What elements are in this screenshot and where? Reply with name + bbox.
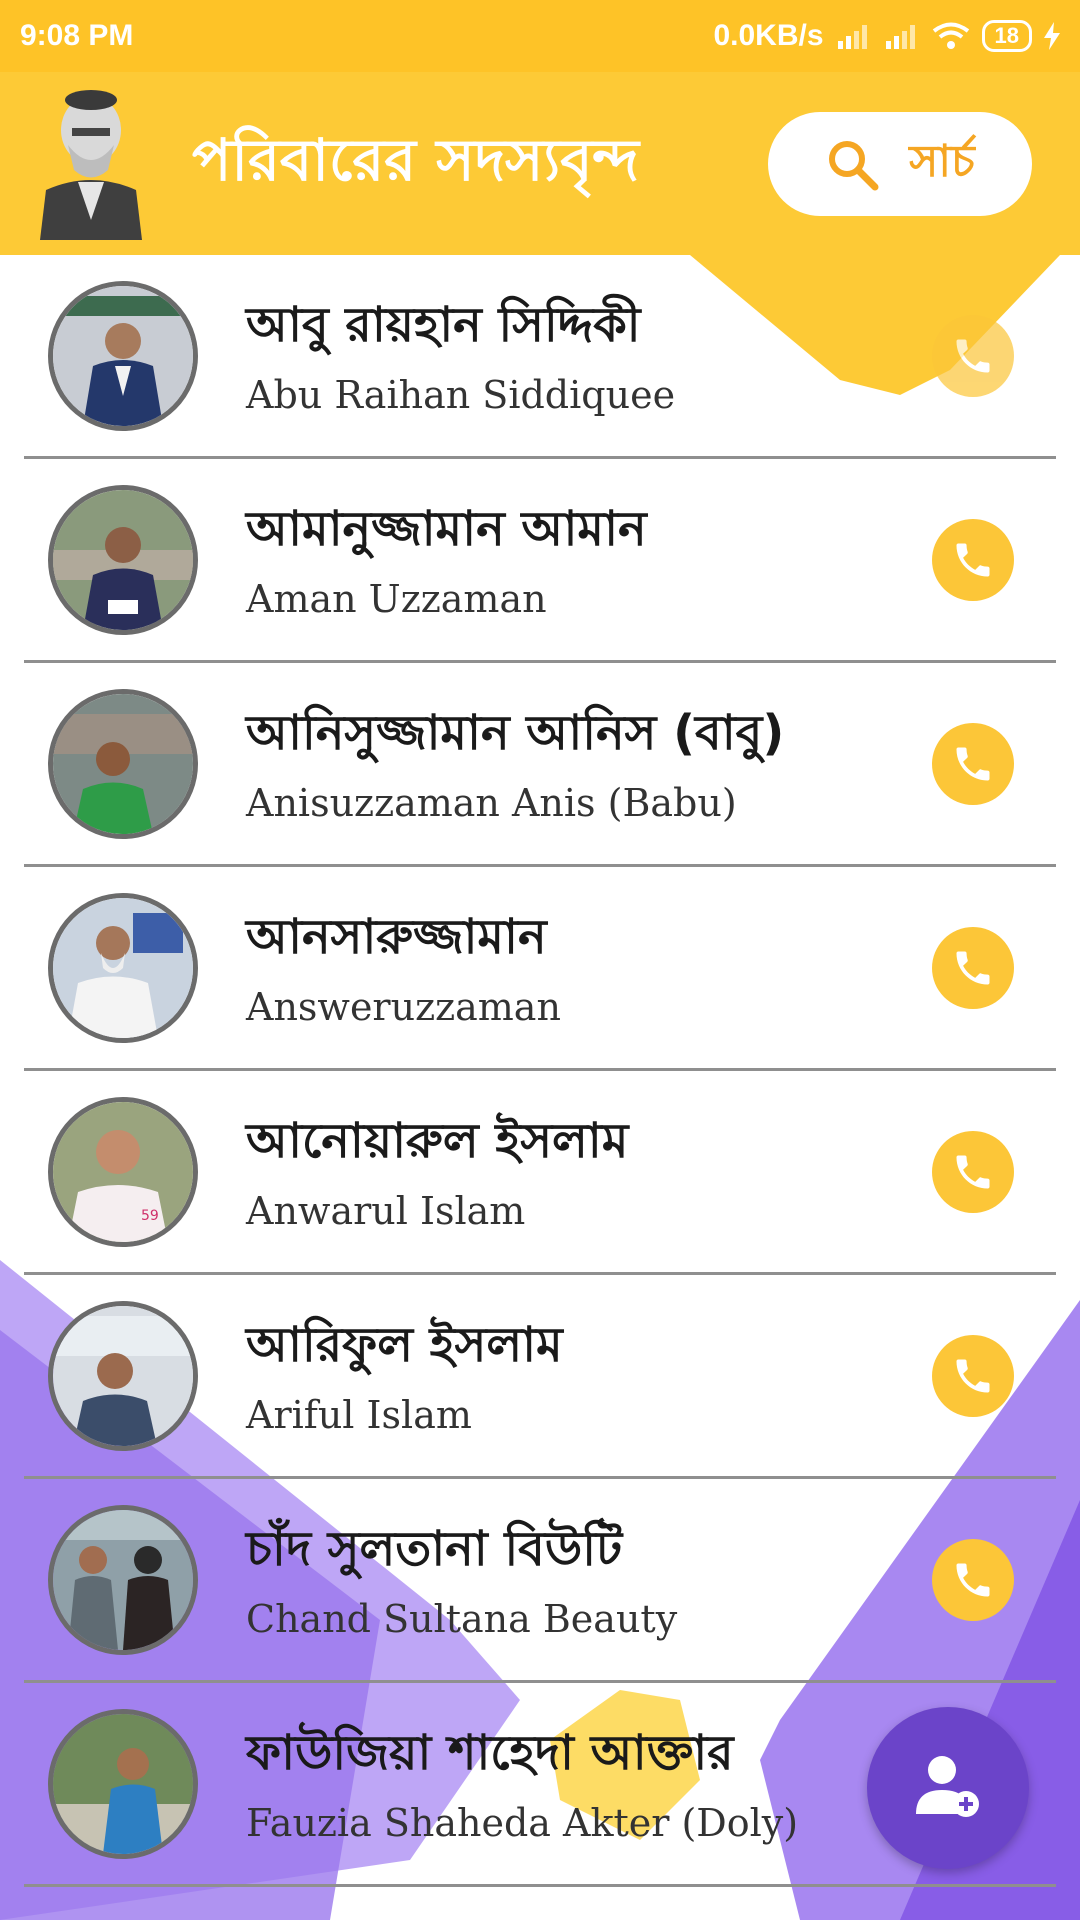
app-header: পরিবারের সদস্যবৃন্দ সার্চ (0, 72, 1080, 255)
add-member-button[interactable] (867, 1707, 1029, 1869)
contact-name-bn: আবু রায়হান সিদ্দিকী (246, 297, 641, 353)
search-icon (829, 141, 879, 191)
contact-name-en: Fauzia Shaheda Akter (Doly) (246, 1801, 799, 1845)
network-speed: 0.0KB/s (713, 19, 824, 52)
phone-icon (956, 747, 990, 781)
avatar (48, 281, 198, 431)
avatar (48, 1709, 198, 1859)
call-button[interactable] (932, 1131, 1014, 1213)
phone-icon (956, 1155, 990, 1189)
patriarch-logo (40, 90, 142, 240)
list-item[interactable]: 59 আনোয়ারুল ইসলাম Anwarul Islam (24, 1071, 1056, 1275)
list-item[interactable]: চাঁদ সুলতানা বিউটি Chand Sultana Beauty (24, 1479, 1056, 1683)
add-user-icon (916, 1756, 979, 1817)
list-item[interactable]: আমানুজ্জামান আমান Aman Uzzaman (24, 459, 1056, 663)
phone-icon (956, 543, 990, 577)
call-button[interactable] (932, 315, 1014, 397)
search-label: সার্চ (909, 135, 975, 187)
phone-icon (956, 1359, 990, 1393)
contact-name-en: Anisuzzaman Anis (Babu) (246, 781, 737, 825)
contact-name-bn: আনিসুজ্জামান আনিস (বাবু) (246, 705, 785, 761)
avatar (48, 689, 198, 839)
contact-name-bn: আমানুজ্জামান আমান (246, 501, 647, 557)
call-button[interactable] (932, 519, 1014, 601)
contact-list: আবু রায়হান সিদ্দিকী Abu Raihan Siddique… (0, 255, 1080, 1887)
signal-icon (837, 25, 867, 49)
contact-name-bn: আনসারুজ্জামান (246, 909, 547, 965)
page-title: পরিবারের সদস্যবৃন্দ (192, 126, 640, 194)
wifi-icon (932, 22, 969, 49)
status-icons: 0.0KB/s 18 (713, 19, 1060, 53)
contact-name-en: Aman Uzzaman (246, 577, 547, 621)
list-item[interactable]: আবু রায়হান সিদ্দিকী Abu Raihan Siddique… (24, 255, 1056, 459)
list-item[interactable]: আনসারুজ্জামান Answeruzzaman (24, 867, 1056, 1071)
call-button[interactable] (932, 1539, 1014, 1621)
call-button[interactable] (932, 1335, 1014, 1417)
contact-name-en: Abu Raihan Siddiquee (246, 373, 676, 417)
status-bar: 9:08 PM 0.0KB/s 18 (0, 0, 1080, 72)
phone-icon (956, 951, 990, 985)
list-item[interactable]: আনিসুজ্জামান আনিস (বাবু) Anisuzzaman Ani… (24, 663, 1056, 867)
contact-name-bn: চাঁদ সুলতানা বিউটি (246, 1521, 623, 1577)
avatar (48, 485, 198, 635)
avatar (48, 893, 198, 1043)
contact-name-en: Anwarul Islam (246, 1189, 526, 1233)
battery-icon: 18 (981, 20, 1032, 52)
contact-name-bn: আনোয়ারুল ইসলাম (246, 1113, 629, 1169)
phone-icon (956, 339, 990, 373)
call-button[interactable] (932, 927, 1014, 1009)
call-button[interactable] (932, 723, 1014, 805)
contact-name-bn: আরিফুল ইসলাম (246, 1317, 563, 1373)
contact-name-bn: ফাউজিয়া শাহেদা আক্তার (246, 1725, 734, 1781)
contact-name-en: Ariful Islam (246, 1393, 472, 1437)
svg-text:59: 59 (141, 1208, 159, 1224)
status-time: 9:08 PM (20, 19, 134, 52)
signal-icon (885, 25, 915, 49)
contact-name-en: Answeruzzaman (246, 985, 561, 1029)
avatar (48, 1301, 198, 1451)
search-button[interactable]: সার্চ (768, 112, 1032, 216)
contact-name-en: Chand Sultana Beauty (246, 1597, 678, 1641)
phone-icon (956, 1563, 990, 1597)
avatar: 59 (48, 1097, 198, 1247)
avatar (48, 1505, 198, 1655)
list-item[interactable]: আরিফুল ইসলাম Ariful Islam (24, 1275, 1056, 1479)
charging-icon (1044, 22, 1060, 50)
